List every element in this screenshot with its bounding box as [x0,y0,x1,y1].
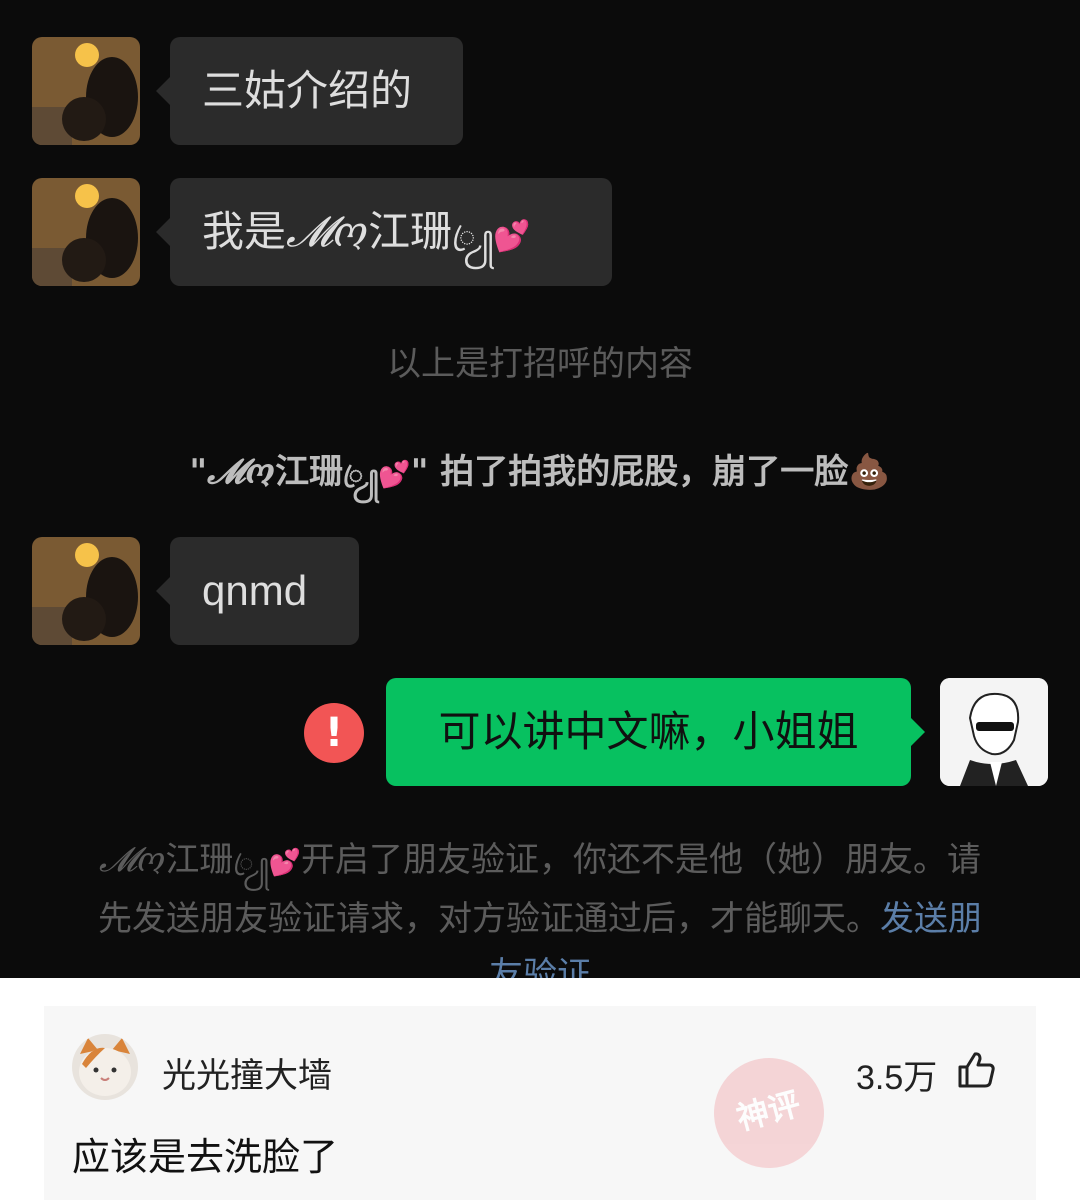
quote-mark: " [189,452,208,492]
name-ornament: ꦿ ꦾ [343,461,379,489]
name-ornament: ꦿ ꦾ [452,220,494,253]
contact-avatar[interactable] [32,178,140,286]
contact-name: 江珊 [368,207,453,256]
message-text: 可以讲中文嘛，小姐姐 [438,707,859,756]
commenter-username[interactable]: 光光撞大墙 [162,1048,332,1097]
self-avatar[interactable] [940,678,1048,786]
comment-text: 应该是去洗脸了 [72,1137,339,1179]
message-bubble[interactable]: qnmd [156,537,359,645]
like-count: 3.5万 [856,1059,938,1097]
contact-name-fancy: 𝓜ო [98,840,166,880]
nudge-text: " 拍了拍我的屁股，崩了一脸 [410,452,849,492]
poop-emoji: 💩 [848,452,891,492]
nudge-notice: "𝓜ო江珊ꦿ ꦾ💕" 拍了拍我的屁股，崩了一脸💩 [0,444,1080,505]
heart-emoji: 💕 [493,219,531,254]
comment-card: 光光撞大墙 神评 3.5万 应该是去洗脸了 [44,1006,1036,1200]
contact-name-fancy: 𝓜ო [286,207,369,256]
contact-name-fancy: 𝓜ო [207,452,276,492]
heart-emoji: 💕 [268,848,302,878]
contact-avatar[interactable] [32,537,140,645]
self-message-bubble[interactable]: 可以讲中文嘛，小姐姐 [386,678,925,786]
commenter-avatar[interactable] [72,1034,138,1100]
contact-avatar[interactable] [32,37,140,145]
friend-verification-notice: 𝓜ო江珊ꦿ ꦾ💕开启了朋友验证，你还不是他（她）朋友。请先发送朋友验证请求，对方… [96,832,984,978]
featured-comment-stamp: 神评 [701,1045,837,1181]
heart-emoji: 💕 [378,460,411,490]
message-text: 我是 [202,207,287,256]
message-text: 三姑介绍的 [202,66,413,115]
name-ornament: ꦿ ꦾ [233,849,269,877]
contact-name: 江珊 [275,452,344,492]
message-text: qnmd [202,567,308,614]
thumbs-up-icon[interactable] [956,1050,996,1090]
stamp-label: 神评 [732,1084,805,1138]
greeting-hint: 以上是打招呼的内容 [387,344,693,384]
send-failed-icon[interactable]: ! [304,703,364,763]
message-bubble[interactable]: 我是𝓜ო江珊ꦿ ꦾ💕 [156,178,612,286]
message-bubble[interactable]: 三姑介绍的 [156,37,463,145]
contact-name: 江珊 [165,840,234,880]
chat-window: 三姑介绍的 我是𝓜ო江珊ꦿ ꦾ💕 以上是打招呼的内容 "𝓜ო江珊ꦿ ꦾ💕" 拍了… [0,0,1080,978]
